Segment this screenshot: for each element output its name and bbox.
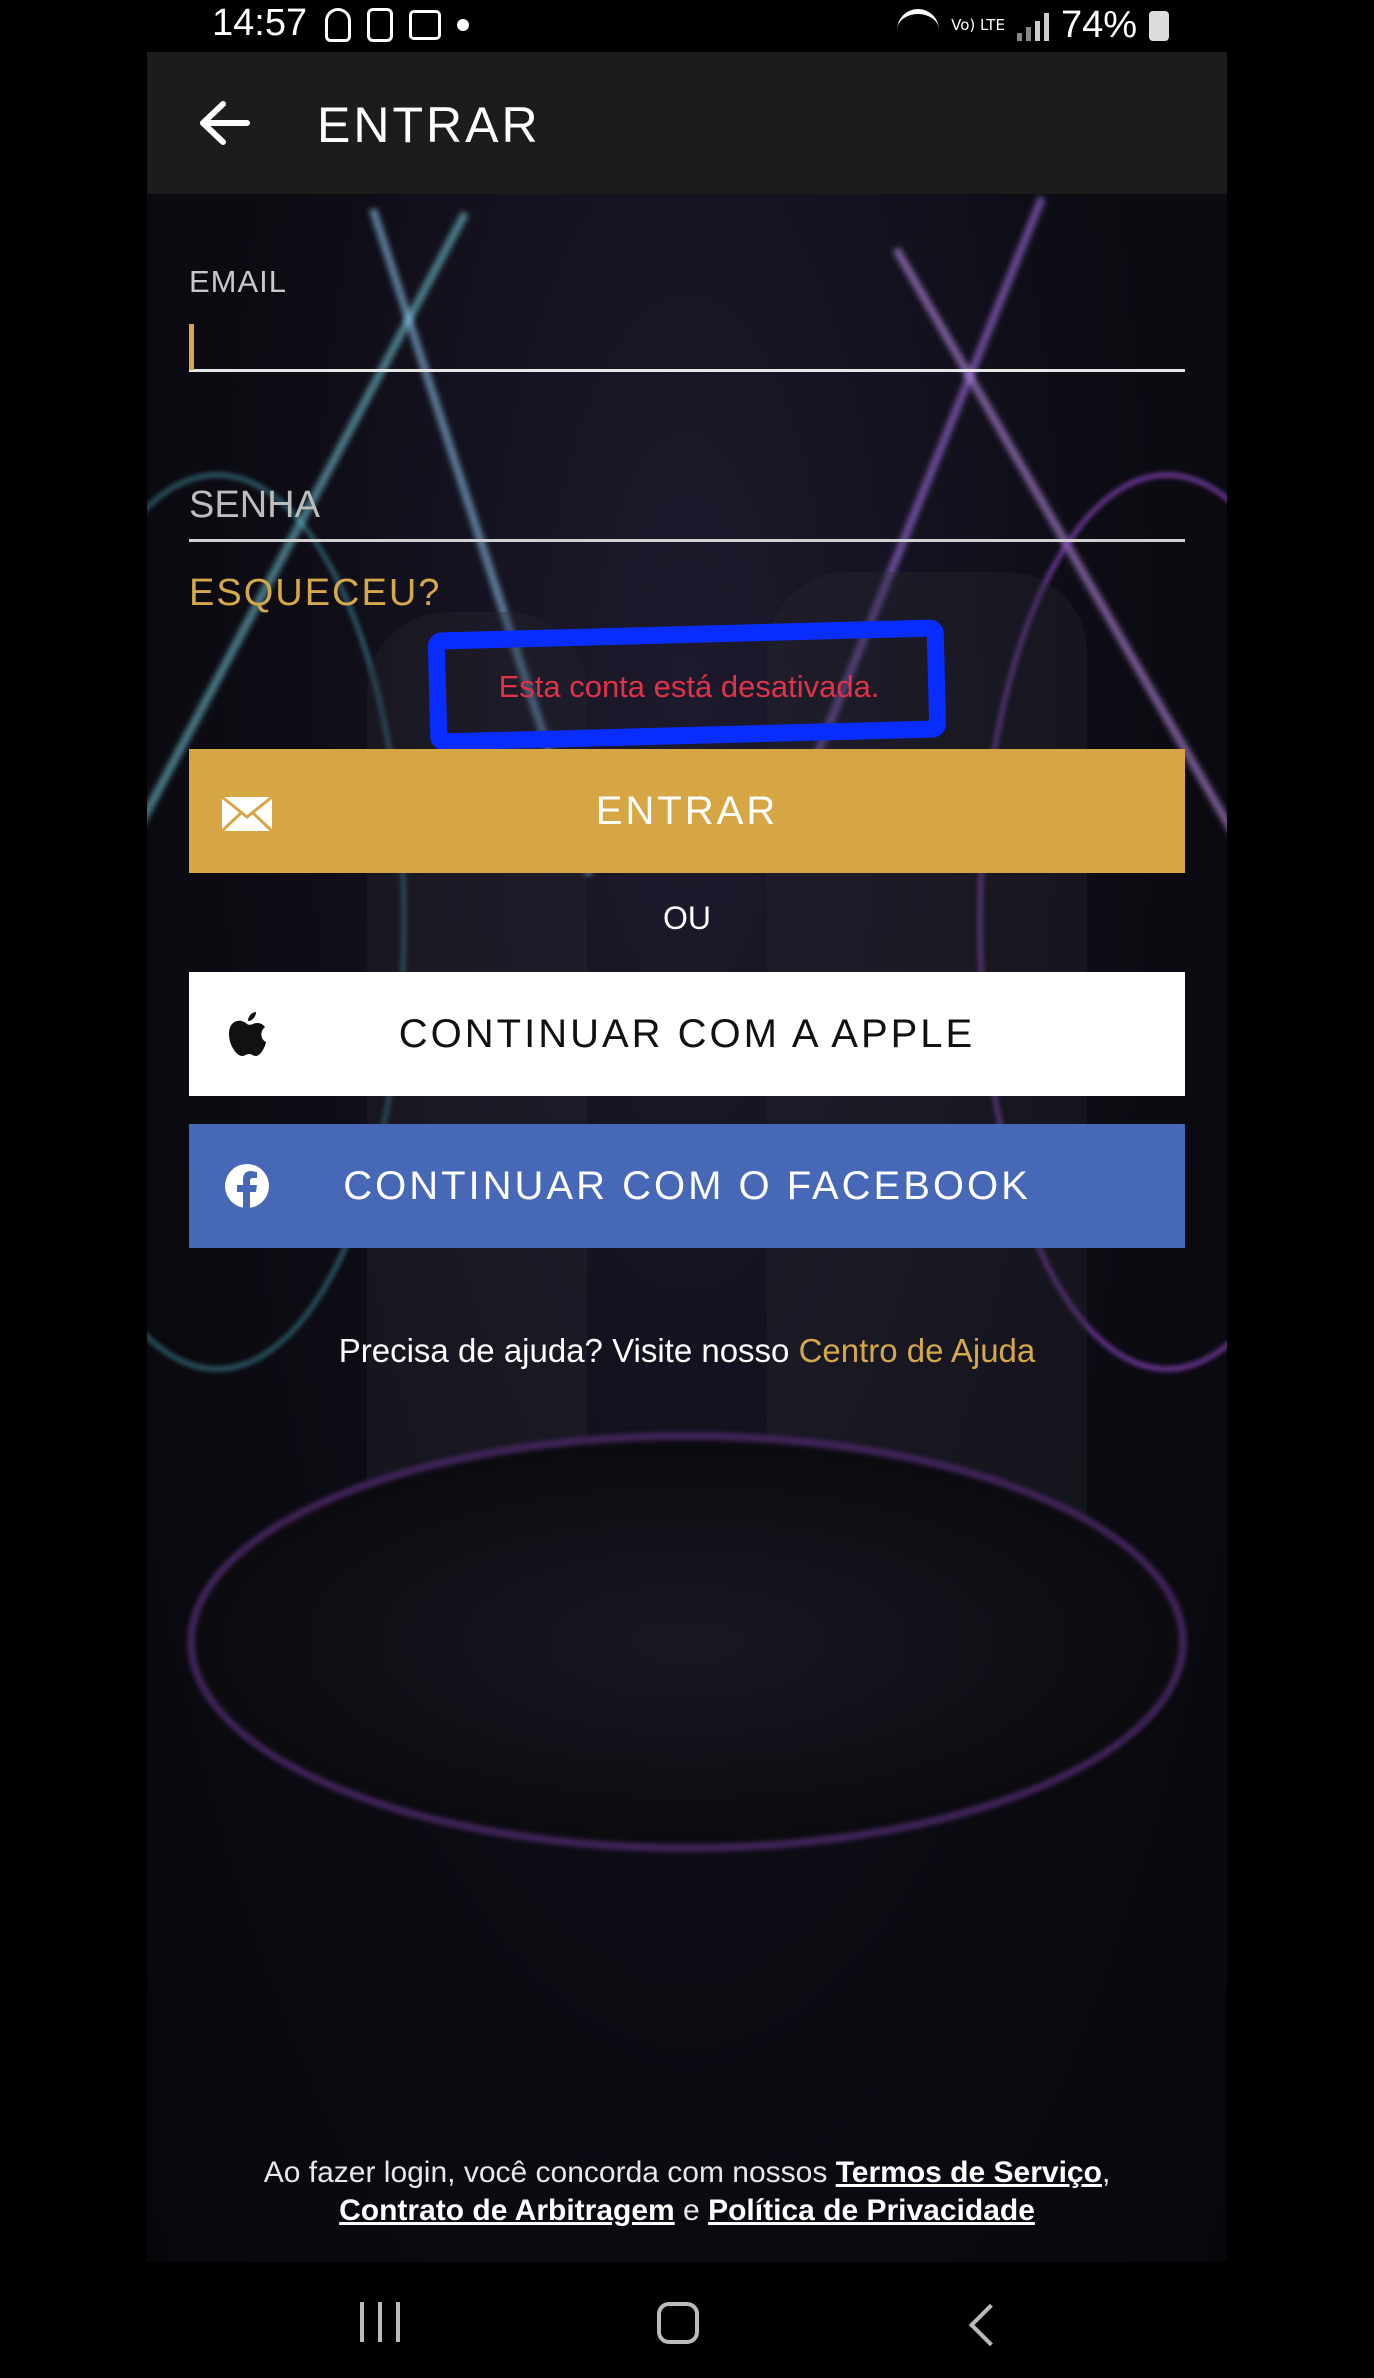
page-title: ENTRAR <box>317 97 541 153</box>
email-label: EMAIL <box>189 264 288 299</box>
privacy-policy-link[interactable]: Política de Privacidade <box>708 2194 1035 2227</box>
system-nav-bar <box>147 2262 1227 2378</box>
error-message-area: Esta conta está desativada. <box>427 619 949 751</box>
nav-back-icon[interactable] <box>968 2303 1012 2347</box>
recents-icon[interactable] <box>360 2302 400 2342</box>
stage-platform <box>187 1432 1187 1852</box>
login-button-label: ENTRAR <box>595 789 779 833</box>
home-icon[interactable] <box>657 2302 699 2344</box>
arrow-left-icon[interactable] <box>199 100 251 146</box>
battery-percent: 74% <box>1060 4 1137 46</box>
facebook-login-label: CONTINUAR COM O FACEBOOK <box>343 1164 1031 1208</box>
arbitration-agreement-link[interactable]: Contrato de Arbitragem <box>339 2194 675 2227</box>
status-bar: 14:57 Vo) LTE 74% <box>147 0 1227 52</box>
terms-and: e <box>683 2194 700 2227</box>
facebook-login-button[interactable]: CONTINUAR COM O FACEBOOK <box>189 1124 1185 1248</box>
help-center-link[interactable]: Centro de Ajuda <box>799 1332 1036 1369</box>
terms-notice: Ao fazer login, você concorda com nossos… <box>147 2154 1227 2230</box>
battery-icon <box>1149 10 1169 41</box>
apple-login-label: CONTINUAR COM A APPLE <box>398 1012 976 1056</box>
error-message: Esta conta está desativada. <box>498 669 880 704</box>
forgot-password-link[interactable]: ESQUECEU? <box>189 572 441 615</box>
terms-of-service-link[interactable]: Termos de Serviço <box>836 2156 1102 2189</box>
or-divider: OU <box>663 900 711 936</box>
help-prefix: Precisa de ajuda? Visite nosso <box>338 1332 790 1369</box>
terms-prefix: Ao fazer login, você concorda com nossos <box>263 2156 828 2189</box>
image-icon <box>409 10 441 40</box>
app-header: ENTRAR <box>147 52 1227 194</box>
email-field[interactable] <box>189 312 1185 372</box>
text-caret <box>189 324 194 370</box>
status-time: 14:57 <box>212 2 308 44</box>
wifi-icon <box>897 8 940 43</box>
login-screen: ENTRAR EMAIL ESQUECEU? Esta conta está d… <box>147 52 1227 2262</box>
terms-comma: , <box>1101 2156 1111 2189</box>
apple-login-button[interactable]: CONTINUAR COM A APPLE <box>189 972 1185 1096</box>
sim-icon <box>367 8 393 42</box>
dot-icon <box>457 19 469 31</box>
password-field[interactable] <box>189 472 1185 542</box>
volte-icon: Vo) LTE <box>951 16 1005 34</box>
lightbulb-icon <box>325 8 351 42</box>
help-text: Precisa de ajuda? Visite nosso Centro de… <box>147 1332 1227 1370</box>
login-button[interactable]: ENTRAR <box>189 749 1185 873</box>
signal-icon <box>1016 11 1049 41</box>
